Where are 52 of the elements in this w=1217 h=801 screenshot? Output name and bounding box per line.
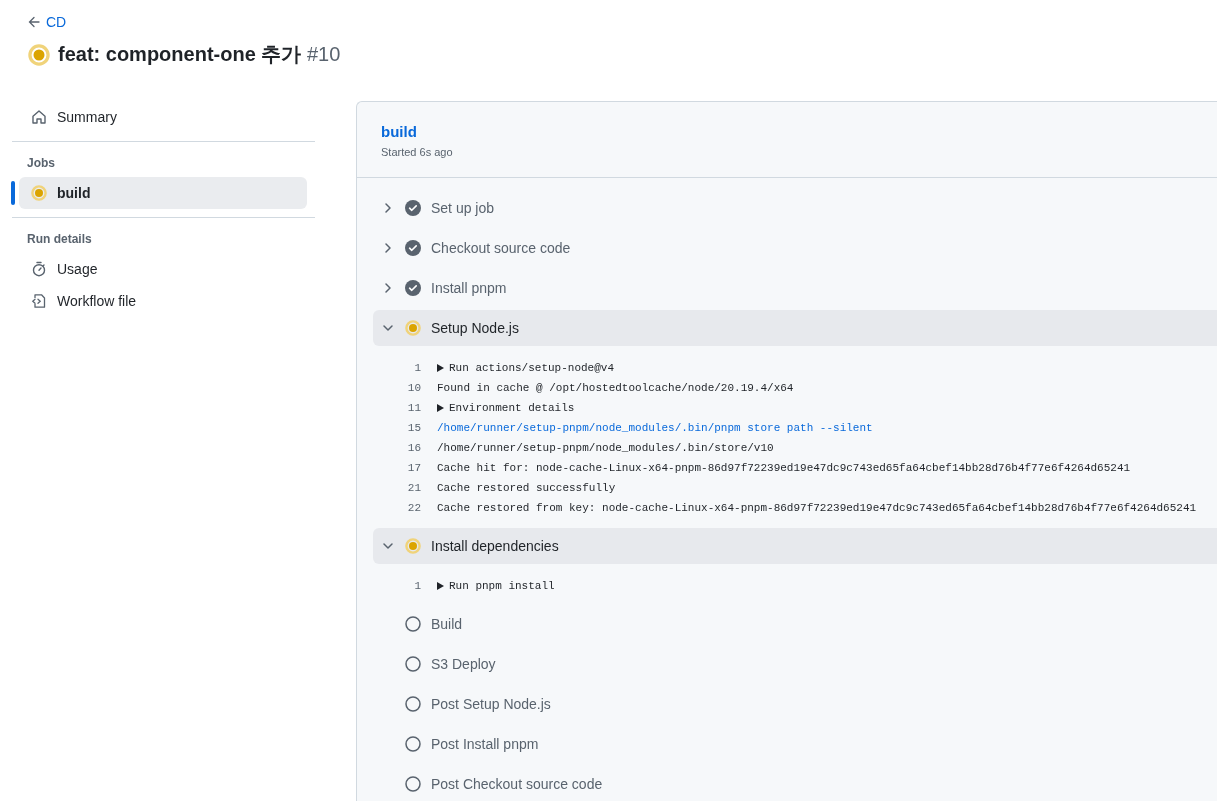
in-progress-icon	[31, 185, 47, 201]
line-number: 11	[406, 402, 421, 414]
check-circle-icon	[405, 240, 421, 256]
line-number: 21	[406, 482, 421, 494]
empty-circle-icon	[405, 736, 421, 752]
log-line[interactable]: Run pnpm install	[437, 580, 555, 592]
log-line[interactable]: Run actions/setup-node@v4	[437, 362, 615, 374]
line-number: 16	[406, 442, 421, 454]
log-line: /home/runner/setup-pnpm/node_modules/.bin/store/v10	[437, 442, 774, 454]
check-circle-icon	[405, 200, 421, 216]
step-row[interactable]: Post Checkout source code	[373, 766, 1217, 801]
step-row[interactable]: Checkout source code	[373, 230, 1217, 266]
job-name[interactable]: build	[381, 123, 1193, 140]
step-row[interactable]: Post Install pnpm	[373, 726, 1217, 762]
log-line: Found in cache @ /opt/hostedtoolcache/node/20.19.4/x64	[437, 382, 794, 394]
step-row[interactable]: Post Setup Node.js	[373, 686, 1217, 722]
in-progress-icon	[405, 320, 421, 336]
sidebar-item[interactable]: Workflow file	[19, 285, 307, 317]
home-icon	[31, 109, 47, 125]
run-title: feat: component-one 추가 #10	[58, 42, 341, 67]
started-time: Started 6s ago	[381, 146, 454, 158]
log-line: Cache restored successfully	[437, 482, 616, 494]
sidebar-item[interactable]: Usage	[19, 253, 307, 285]
line-number: 17	[406, 462, 421, 474]
back-link[interactable]: CD	[28, 14, 67, 30]
log-line: /home/runner/setup-pnpm/node_modules/.bin/pnpm store path --silent	[437, 422, 873, 434]
log-line[interactable]: Environment details	[437, 402, 575, 414]
empty-circle-icon	[405, 696, 421, 712]
line-number: 1	[413, 362, 421, 374]
line-number: 15	[406, 422, 421, 434]
section-heading: Run details	[12, 217, 315, 253]
arrow-left-icon	[28, 16, 40, 28]
log-line: Cache hit for: node-cache-Linux-x64-pnpm-86d97f72239ed19e47dc9c743ed65fa64cbef14bb28d76b4f77e6f4264d65241	[437, 462, 1131, 474]
step-row[interactable]: S3 Deploy	[373, 646, 1217, 682]
in-progress-icon	[28, 43, 50, 66]
stopwatch-icon	[31, 261, 47, 277]
step-row[interactable]: Set up job	[373, 190, 1217, 226]
step-row[interactable]: Setup Node.js	[373, 310, 1217, 346]
file-code-icon	[31, 293, 47, 309]
line-number: 1	[413, 580, 421, 592]
check-circle-icon	[405, 280, 421, 296]
empty-circle-icon	[405, 616, 421, 632]
empty-circle-icon	[405, 776, 421, 792]
line-number: 10	[406, 382, 421, 394]
line-number: 22	[406, 502, 421, 514]
empty-circle-icon	[405, 656, 421, 672]
sidebar-item[interactable]: Summary	[19, 101, 307, 133]
step-row[interactable]: Install pnpm	[373, 270, 1217, 306]
step-row[interactable]: Build	[373, 606, 1217, 642]
log-line: Cache restored from key: node-cache-Linux-x64-pnpm-86d97f72239ed19e47dc9c743ed65fa64cbef14bb28d76b4f77e6f4264d65241	[437, 502, 1197, 514]
step-row[interactable]: Install dependencies	[373, 528, 1217, 564]
in-progress-icon	[405, 538, 421, 554]
